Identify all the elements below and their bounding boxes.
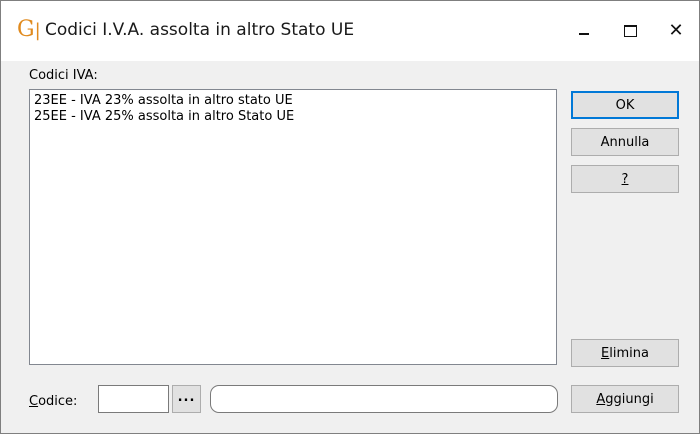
app-logo-icon: G| [17,17,41,42]
codici-iva-label: Codici IVA: [29,68,98,83]
aggiungi-accelerator: A [596,391,606,407]
annulla-button-label: Annulla [600,134,650,150]
close-icon: ✕ [668,20,684,41]
aggiungi-button-label: Aggiungi [596,392,653,407]
codice-input[interactable] [98,385,169,413]
minimize-button[interactable] [561,15,607,47]
maximize-button[interactable] [607,15,653,47]
list-item[interactable]: 23EE - IVA 23% assolta in altro stato UE [34,93,552,109]
dialog-window: G| Codici I.V.A. assolta in altro Stato … [0,0,700,434]
elimina-button-label: Elimina [601,346,649,361]
browse-button-label: ... [177,389,196,405]
window-title: Codici I.V.A. assolta in altro Stato UE [45,20,355,40]
browse-button[interactable]: ... [172,385,201,413]
codice-label-rest: odice: [38,394,78,409]
annulla-button[interactable]: Annulla [571,128,679,156]
descrizione-input[interactable] [210,385,558,413]
elimina-button[interactable]: Elimina [571,339,679,367]
codice-label: Codice: [29,394,77,409]
codici-iva-listbox[interactable]: 23EE - IVA 23% assolta in altro stato UE… [29,89,557,365]
ok-button-label: OK [615,97,635,113]
close-button[interactable]: ✕ [653,15,699,47]
maximize-icon [623,25,637,37]
title-bar[interactable]: G| Codici I.V.A. assolta in altro Stato … [1,1,699,61]
elimina-label-rest: limina [609,345,649,361]
help-button-label: ? [621,171,629,187]
aggiungi-button[interactable]: Aggiungi [571,385,679,413]
list-item[interactable]: 25EE - IVA 25% assolta in altro Stato UE [34,109,552,125]
help-button[interactable]: ? [571,165,679,193]
codice-accelerator: C [29,394,39,409]
ok-button[interactable]: OK [571,91,679,119]
minimize-icon [579,33,589,35]
aggiungi-label-rest: ggiungi [605,391,654,407]
